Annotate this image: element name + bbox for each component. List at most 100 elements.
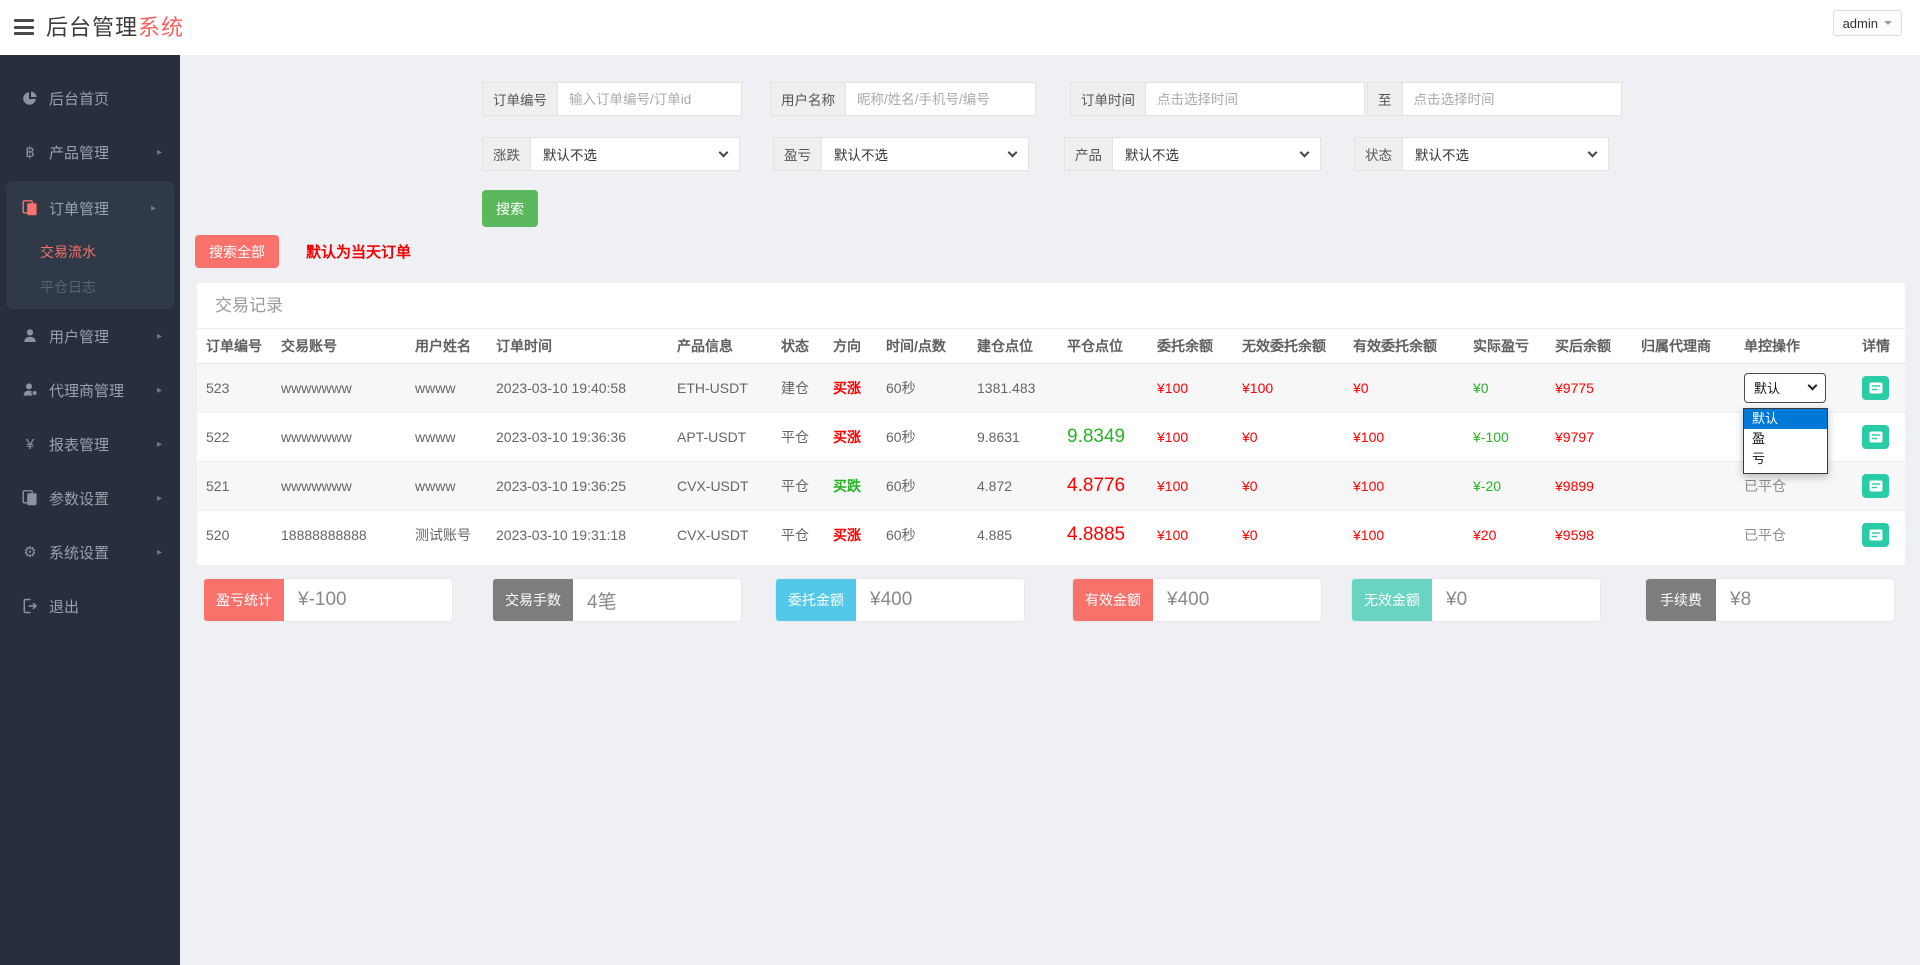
cell-open-point: 9.8631 <box>968 412 1058 462</box>
chevron-down-icon <box>718 147 729 157</box>
cell-status: 平仓 <box>772 461 824 511</box>
chevron-right-icon: ▸ <box>156 384 162 396</box>
profit-loss-select[interactable]: 默认不选 <box>822 137 1029 171</box>
filter-product: 产品 默认不选 <box>1064 137 1321 171</box>
chevron-right-icon: ▸ <box>156 546 162 558</box>
detail-button[interactable] <box>1862 473 1889 498</box>
chevron-down-icon <box>1587 147 1598 157</box>
filter-label: 订单编号 <box>482 82 558 116</box>
cell-balance: ¥9797 <box>1546 412 1632 462</box>
detail-button[interactable] <box>1862 375 1889 400</box>
filter-order-no: 订单编号 <box>482 82 742 116</box>
user-menu[interactable]: admin <box>1832 10 1902 36</box>
cell-agent <box>1632 510 1735 559</box>
sidebar-item-label: 用户管理 <box>49 328 110 346</box>
detail-button[interactable] <box>1862 424 1889 449</box>
dropdown-option-default[interactable]: 默认 <box>1744 408 1827 429</box>
cell-period: 60秒 <box>877 461 968 511</box>
filter-rise-fall: 涨跌 默认不选 <box>482 137 740 171</box>
time-to-input[interactable] <box>1402 82 1622 116</box>
filter-order-time: 订单时间 <box>1070 82 1365 116</box>
col-header: 建仓点位 <box>968 329 1058 364</box>
top-header: 后台管理系统 admin <box>0 0 1920 55</box>
cell-entrust: ¥100 <box>1157 526 1189 543</box>
dropdown-option-win[interactable]: 盈 <box>1744 429 1827 449</box>
col-header: 无效委托余额 <box>1233 329 1344 364</box>
list-icon <box>1869 529 1882 541</box>
sidebar-item-label: 订单管理 <box>49 200 110 218</box>
sidebar-subitem-close-log[interactable]: 平仓日志 <box>6 270 174 305</box>
stat-valid-amount: 有效金额 ¥400 <box>1072 578 1322 622</box>
stat-label: 盈亏统计 <box>204 579 284 621</box>
bitcoin-icon: ฿ <box>25 144 35 161</box>
sidebar-item-system[interactable]: ⚙ 系统设置 ▸ <box>0 525 180 579</box>
sidebar-item-users[interactable]: 用户管理 ▸ <box>0 309 180 363</box>
list-icon <box>1869 480 1882 491</box>
dropdown-option-lose[interactable]: 亏 <box>1744 449 1827 469</box>
table-row: 522 wwwwwww wwww 2023-03-10 19:36:36 APT… <box>197 412 1905 462</box>
sidebar-item-params[interactable]: 参数设置 ▸ <box>0 471 180 525</box>
col-header: 有效委托余额 <box>1344 329 1464 364</box>
time-from-input[interactable] <box>1146 82 1365 116</box>
sidebar-item-agents[interactable]: 代理商管理 ▸ <box>0 363 180 417</box>
stat-value: 4笔 <box>587 591 617 613</box>
order-no-input[interactable] <box>558 82 742 116</box>
stat-fee: 手续费 ¥8 <box>1645 578 1895 622</box>
cell-product: APT-USDT <box>668 412 772 462</box>
stat-value: ¥-100 <box>298 589 347 610</box>
control-dropdown: 默认 默认 盈 亏 <box>1743 372 1828 474</box>
cell-detail <box>1853 461 1905 511</box>
filter-label: 涨跌 <box>482 137 531 171</box>
cell-close-point <box>1058 363 1148 413</box>
cell-invalid-entrust: ¥0 <box>1233 461 1344 511</box>
col-header: 归属代理商 <box>1632 329 1735 364</box>
cell-balance: ¥9775 <box>1546 363 1632 413</box>
col-header: 单控操作 <box>1735 329 1853 364</box>
control-select[interactable]: 默认 <box>1744 372 1826 403</box>
sidebar-subitem-trade-flow[interactable]: 交易流水 <box>6 235 174 270</box>
status-select[interactable]: 默认不选 <box>1403 137 1609 171</box>
detail-button[interactable] <box>1862 522 1889 547</box>
cell-username: wwww <box>406 412 487 462</box>
chevron-right-icon: ▸ <box>150 202 156 214</box>
sidebar-item-home[interactable]: 后台首页 <box>0 71 180 125</box>
stat-value: ¥400 <box>1167 589 1210 610</box>
orders-submenu-panel: 订单管理 ▸ 交易流水 平仓日志 <box>6 181 174 309</box>
list-icon <box>1869 431 1882 442</box>
cell-profit: ¥0 <box>1464 363 1546 413</box>
col-header: 详情 <box>1853 329 1905 364</box>
stat-profit-total: 盈亏统计 ¥-100 <box>203 578 453 622</box>
col-header: 方向 <box>824 329 877 364</box>
cell-detail <box>1853 510 1905 559</box>
sidebar-item-orders[interactable]: 订单管理 ▸ <box>6 181 174 235</box>
stat-label: 委托金额 <box>776 579 856 621</box>
sidebar-item-reports[interactable]: ¥ 报表管理 ▸ <box>0 417 180 471</box>
chevron-right-icon: ▸ <box>156 438 162 450</box>
sidebar-item-products[interactable]: ฿ 产品管理 ▸ <box>0 125 180 179</box>
to-label: 至 <box>1367 82 1403 116</box>
product-select[interactable]: 默认不选 <box>1113 137 1321 171</box>
app-title-accent: 系统 <box>138 15 185 40</box>
trade-records-card: 交易记录 订单编号 交易账号 用户姓名 订单时间 产品信息 状态 方向 时间/点 <box>197 283 1905 565</box>
cell-direction: 买跌 <box>824 461 877 511</box>
stat-trade-count: 交易手数 4笔 <box>492 578 742 622</box>
user-name-input[interactable] <box>846 82 1036 116</box>
search-all-button[interactable]: 搜索全部 <box>195 235 279 268</box>
cell-direction: 买涨 <box>824 363 877 413</box>
gear-icon: ⚙ <box>23 544 37 561</box>
cell-period: 60秒 <box>877 363 968 413</box>
card-title: 交易记录 <box>197 283 1905 329</box>
col-header: 委托余额 <box>1148 329 1233 364</box>
chevron-right-icon: ▸ <box>156 146 162 158</box>
orders-icon <box>20 200 40 216</box>
table-row: 523 wwwwwww wwww 2023-03-10 19:40:58 ETH… <box>197 363 1905 474</box>
summary-stats: 盈亏统计 ¥-100 交易手数 4笔 委托金额 ¥400 有效金额 ¥400 无… <box>203 578 1895 622</box>
table-row: 521 wwwwwww wwww 2023-03-10 19:36:25 CVX… <box>197 461 1905 511</box>
rise-fall-select[interactable]: 默认不选 <box>531 137 740 171</box>
cell-username: wwww <box>406 461 487 511</box>
filter-label: 状态 <box>1354 137 1403 171</box>
search-button[interactable]: 搜索 <box>482 190 538 227</box>
cell-entrust: ¥100 <box>1148 363 1233 413</box>
sidebar-item-logout[interactable]: 退出 <box>0 579 180 633</box>
hamburger-menu-icon[interactable] <box>14 19 36 36</box>
